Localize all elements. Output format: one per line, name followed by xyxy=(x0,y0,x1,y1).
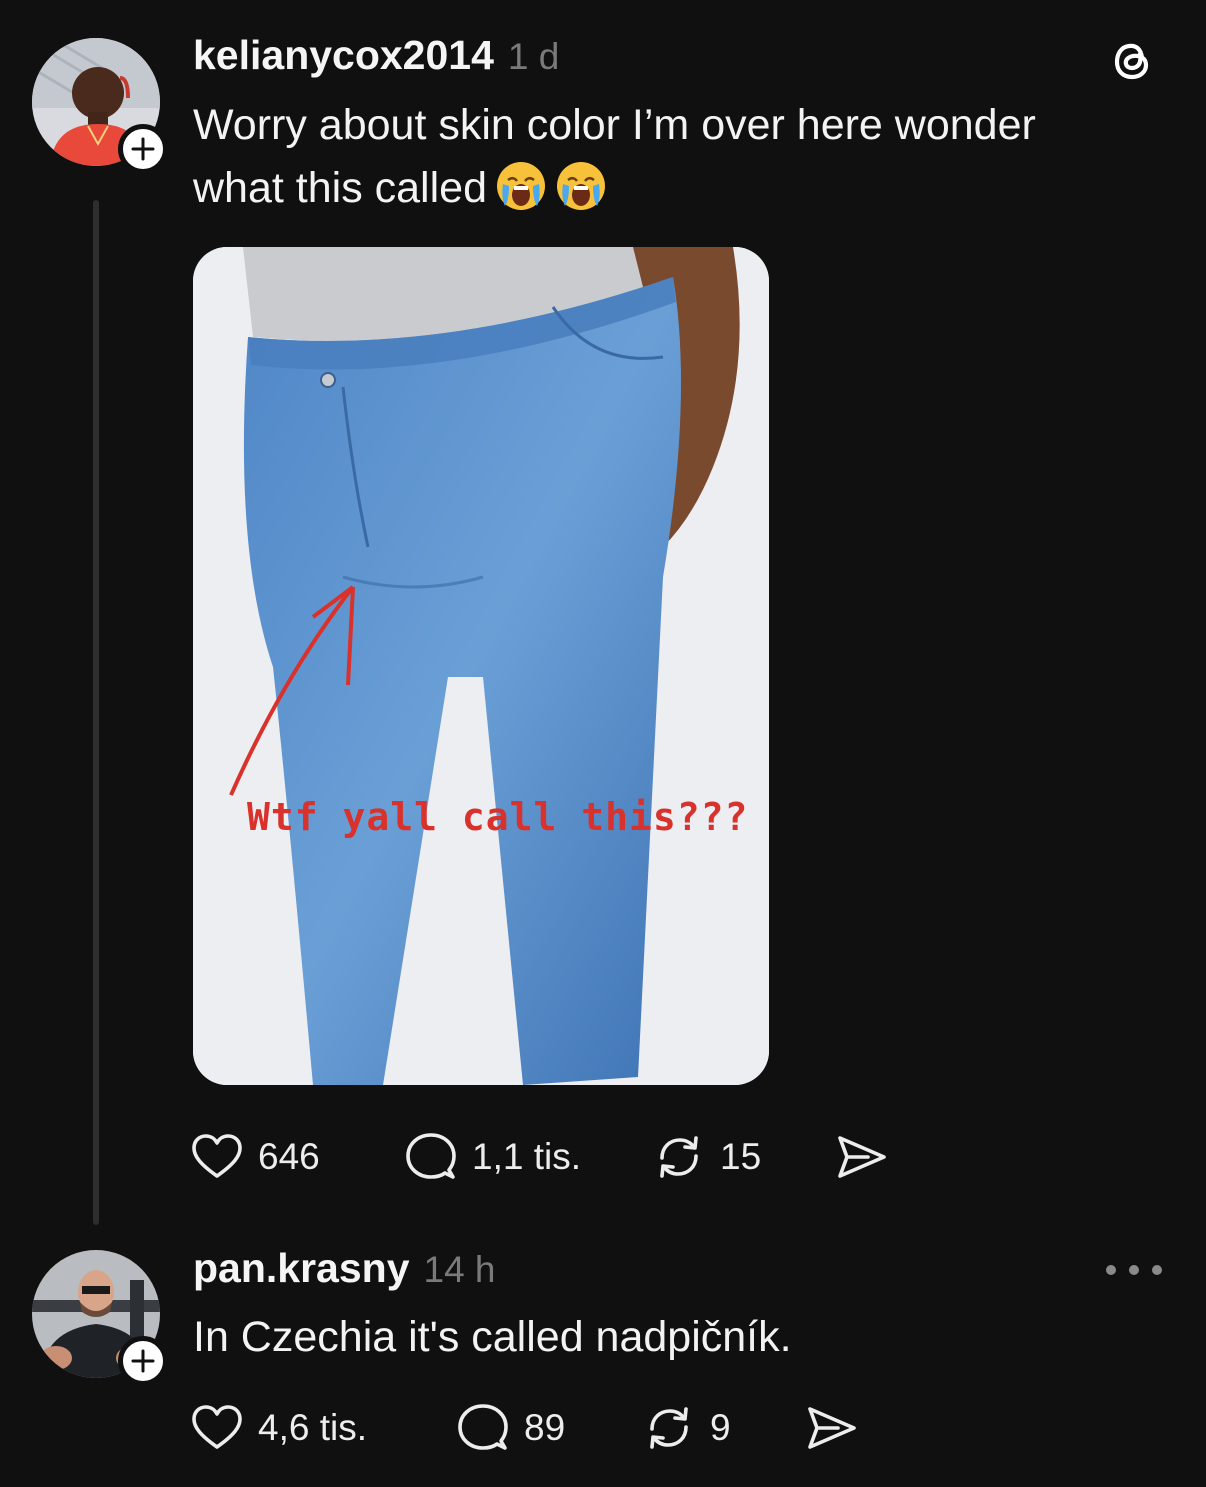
plus-icon xyxy=(131,1349,155,1373)
crying-face-emoji-icon xyxy=(555,160,607,212)
reply-repost-button[interactable]: 9 xyxy=(642,1398,731,1458)
reply-count: 1,1 tis. xyxy=(472,1136,581,1177)
share-button[interactable] xyxy=(834,1127,888,1187)
reply-repost-count: 9 xyxy=(710,1407,731,1448)
ellipsis-icon xyxy=(1106,1265,1116,1275)
like-button[interactable]: 646 xyxy=(190,1127,320,1187)
speech-bubble-icon xyxy=(406,1133,456,1179)
repost-icon xyxy=(660,1136,698,1178)
heart-icon xyxy=(192,1134,242,1178)
plus-icon xyxy=(131,137,155,161)
post-text-line-1: Worry about skin color I’m over here won… xyxy=(193,101,1036,149)
post-timestamp: 1 d xyxy=(507,36,560,77)
threads-logo-icon[interactable] xyxy=(1107,36,1157,86)
post-action-bar: 646 1,1 tis. 15 xyxy=(190,1127,910,1187)
jeans-photo xyxy=(193,247,769,1085)
reply-body: In Czechia it's called nadpičník. xyxy=(193,1313,792,1361)
reply-reply-count: 89 xyxy=(524,1407,566,1448)
post-header: kelianycox2014 1 d xyxy=(193,32,559,79)
image-caption: Wtf yall call this??? xyxy=(247,795,749,839)
send-icon xyxy=(838,1136,886,1178)
threads-page: kelianycox2014 1 d Worry about skin colo… xyxy=(0,0,1206,1487)
follow-button[interactable] xyxy=(118,124,168,174)
reply-header: pan.krasny 14 h xyxy=(193,1245,496,1292)
reply-button[interactable]: 1,1 tis. xyxy=(404,1127,581,1187)
reply-follow-button[interactable] xyxy=(118,1336,168,1386)
reply-username[interactable]: pan.krasny xyxy=(193,1245,410,1292)
send-icon xyxy=(808,1407,856,1449)
reply-action-bar: 4,6 tis. 89 9 xyxy=(190,1398,910,1458)
post-text-line-2-label: what this called xyxy=(193,164,487,212)
heart-icon xyxy=(192,1405,242,1449)
ellipsis-dot xyxy=(1152,1265,1162,1275)
like-count: 646 xyxy=(258,1136,320,1177)
post-username[interactable]: kelianycox2014 xyxy=(193,32,494,79)
thread-connector-line xyxy=(93,200,99,1225)
ellipsis-dot xyxy=(1129,1265,1139,1275)
post-text-line-2: what this called xyxy=(193,157,1036,220)
repost-icon xyxy=(650,1407,688,1449)
reply-share-button[interactable] xyxy=(804,1398,858,1458)
more-options-button[interactable] xyxy=(1106,1258,1162,1282)
speech-bubble-icon xyxy=(458,1404,508,1450)
repost-button[interactable]: 15 xyxy=(652,1127,761,1187)
reply-like-button[interactable]: 4,6 tis. xyxy=(190,1398,367,1458)
post-image[interactable]: Wtf yall call this??? xyxy=(193,247,769,1085)
crying-face-emoji-icon xyxy=(495,160,547,212)
reply-reply-button[interactable]: 89 xyxy=(456,1398,565,1458)
repost-count: 15 xyxy=(720,1136,762,1177)
reply-timestamp: 14 h xyxy=(423,1249,496,1290)
reply-like-count: 4,6 tis. xyxy=(258,1407,367,1448)
post-body: Worry about skin color I’m over here won… xyxy=(193,94,1036,220)
